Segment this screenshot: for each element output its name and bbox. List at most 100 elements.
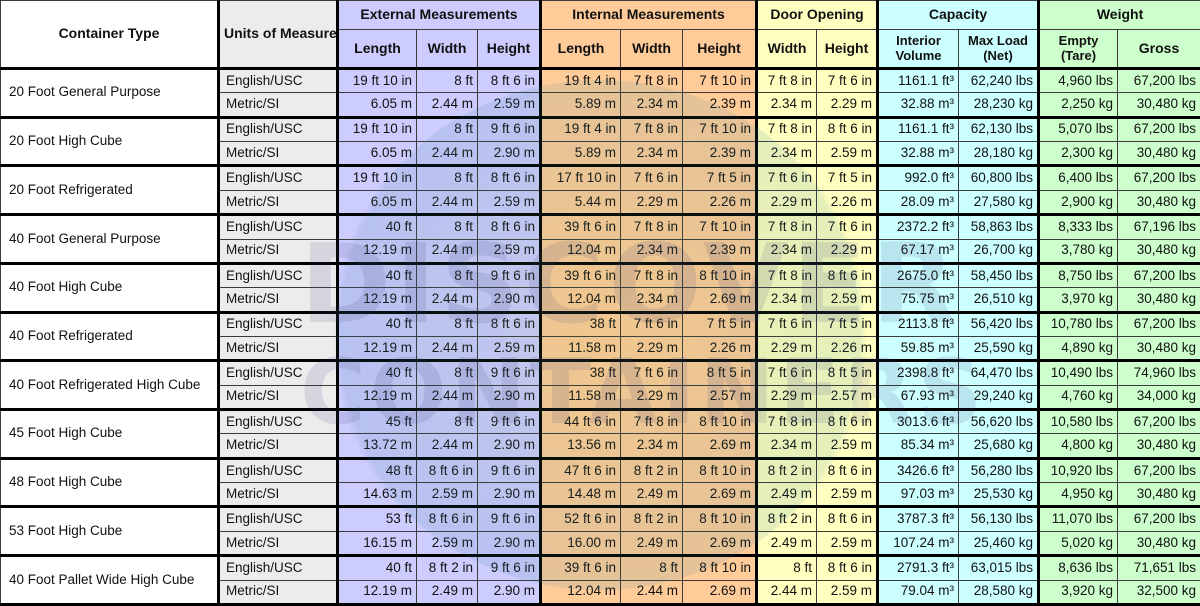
table-row: 40 Foot General Purpose English/USC 40 ft 8… [0,214,1200,265]
ext-length-cell: 40 ft [337,214,417,240]
max-load-cell: 28,230 kg [958,92,1041,119]
door-height-cell: 2.59 m [815,433,880,460]
max-load-cell: 26,700 kg [958,238,1041,265]
gross-weight-cell: 67,200 lbs [1117,116,1200,143]
int-length-cell: 19 ft 4 in [540,67,621,94]
ext-width-cell: 8 ft [416,214,478,240]
ext-width-cell: 8 ft 6 in [416,506,478,532]
table-row: 20 Foot Refrigerated English/USC 19 ft 10 … [0,165,1200,217]
int-height-cell: 8 ft 10 in [682,555,758,581]
door-height-cell: 2.59 m [815,482,880,509]
int-height-cell: 7 ft 10 in [682,67,758,94]
empty-weight-cell: 4,800 kg [1038,433,1119,460]
units-cell: English/USC [218,262,339,289]
empty-weight-cell: 10,920 lbs [1038,457,1119,484]
empty-weight-cell: 5,070 lbs [1038,116,1119,143]
ext-length-cell: 40 ft [337,360,417,386]
table-row: 48 Foot High Cube English/USC 48 ft 8 ft 6 … [0,457,1200,509]
max-load-cell: 25,680 kg [958,433,1041,460]
units-cell: English/USC [218,457,339,484]
int-width-cell: 2.34 m [620,287,683,314]
int-width-cell: 7 ft 8 in [620,214,683,240]
interior-volume-cell: 3426.6 ft³ [877,457,960,484]
units-cell: Metric/SI [218,433,339,460]
ext-width-cell: 8 ft [416,116,478,143]
gross-weight-cell: 67,200 lbs [1117,506,1200,532]
ext-height-cell: 8 ft 6 in [477,214,542,240]
max-load-cell: 28,580 kg [958,579,1041,606]
table-row: 53 Foot High Cube English/USC 53 ft 8 ft 6 … [0,506,1200,558]
int-height-cell: 8 ft 10 in [682,457,758,484]
ext-length-cell: 19 ft 10 in [337,67,417,94]
door-width-cell: 8 ft 2 in [756,506,817,532]
empty-weight-cell: 11,070 lbs [1038,506,1119,532]
header-door-width: Width [756,29,817,70]
units-cell: Metric/SI [218,238,339,265]
empty-weight-cell: 8,333 lbs [1038,214,1119,240]
table-row: 40 Foot Pallet Wide High Cube English/USC… [0,555,1200,606]
ext-height-cell: 8 ft 6 in [477,311,542,337]
interior-volume-cell: 28.09 m³ [877,189,960,217]
door-height-cell: 8 ft 5 in [815,360,880,386]
ext-height-cell: 9 ft 6 in [477,116,542,143]
gross-weight-cell: 30,480 kg [1117,482,1200,509]
interior-volume-cell: 2398.8 ft³ [877,360,960,386]
door-width-cell: 8 ft 2 in [756,457,817,484]
ext-length-cell: 6.05 m [337,141,417,168]
interior-volume-cell: 3787.3 ft³ [877,506,960,532]
door-width-cell: 2.29 m [756,189,817,217]
int-length-cell: 5.44 m [540,189,621,217]
int-width-cell: 2.34 m [620,141,683,168]
container-type-cell: 40 Foot Pallet Wide High Cube [0,555,220,606]
int-width-cell: 7 ft 8 in [620,409,683,435]
door-width-cell: 8 ft [756,555,817,581]
ext-height-cell: 2.59 m [477,92,542,119]
int-height-cell: 8 ft 10 in [682,506,758,532]
door-height-cell: 8 ft 6 in [815,555,880,581]
empty-weight-cell: 2,300 kg [1038,141,1119,168]
max-load-cell: 58,450 lbs [958,262,1041,289]
empty-weight-cell: 8,750 lbs [1038,262,1119,289]
max-load-cell: 29,240 kg [958,384,1041,412]
ext-length-cell: 19 ft 10 in [337,116,417,143]
max-load-cell: 25,590 kg [958,335,1041,363]
door-width-cell: 2.34 m [756,141,817,168]
int-length-cell: 12.04 m [540,238,621,265]
int-length-cell: 12.04 m [540,579,621,606]
interior-volume-cell: 992.0 ft³ [877,165,960,191]
ext-length-cell: 40 ft [337,262,417,289]
int-length-cell: 12.04 m [540,287,621,314]
max-load-cell: 25,530 kg [958,482,1041,509]
ext-width-cell: 8 ft [416,311,478,337]
gross-weight-cell: 30,480 kg [1117,335,1200,363]
door-height-cell: 8 ft 6 in [815,262,880,289]
interior-volume-cell: 79.04 m³ [877,579,960,606]
int-width-cell: 2.49 m [620,482,683,509]
ext-width-cell: 2.44 m [416,92,478,119]
door-height-cell: 2.59 m [815,530,880,558]
ext-length-cell: 13.72 m [337,433,417,460]
int-width-cell: 8 ft 2 in [620,506,683,532]
header-weight: Weight [1038,0,1200,30]
empty-weight-cell: 4,760 kg [1038,384,1119,412]
gross-weight-cell: 67,200 lbs [1117,409,1200,435]
ext-height-cell: 9 ft 6 in [477,457,542,484]
ext-height-cell: 8 ft 6 in [477,67,542,94]
ext-width-cell: 8 ft [416,409,478,435]
units-cell: Metric/SI [218,579,339,606]
empty-weight-cell: 2,250 kg [1038,92,1119,119]
door-width-cell: 7 ft 8 in [756,67,817,94]
door-height-cell: 2.26 m [815,189,880,217]
door-width-cell: 2.49 m [756,530,817,558]
int-length-cell: 14.48 m [540,482,621,509]
interior-volume-cell: 75.75 m³ [877,287,960,314]
header-group-row: Container Type Units of Measurement Exte… [0,0,1200,70]
ext-width-cell: 8 ft 6 in [416,457,478,484]
header-ext-width: Width [416,29,478,70]
gross-weight-cell: 32,500 kg [1117,579,1200,606]
ext-width-cell: 2.59 m [416,482,478,509]
table-row: 20 Foot General Purpose English/USC 19 ft … [0,67,1200,119]
door-height-cell: 7 ft 5 in [815,165,880,191]
max-load-cell: 62,130 lbs [958,116,1041,143]
interior-volume-cell: 32.88 m³ [877,141,960,168]
